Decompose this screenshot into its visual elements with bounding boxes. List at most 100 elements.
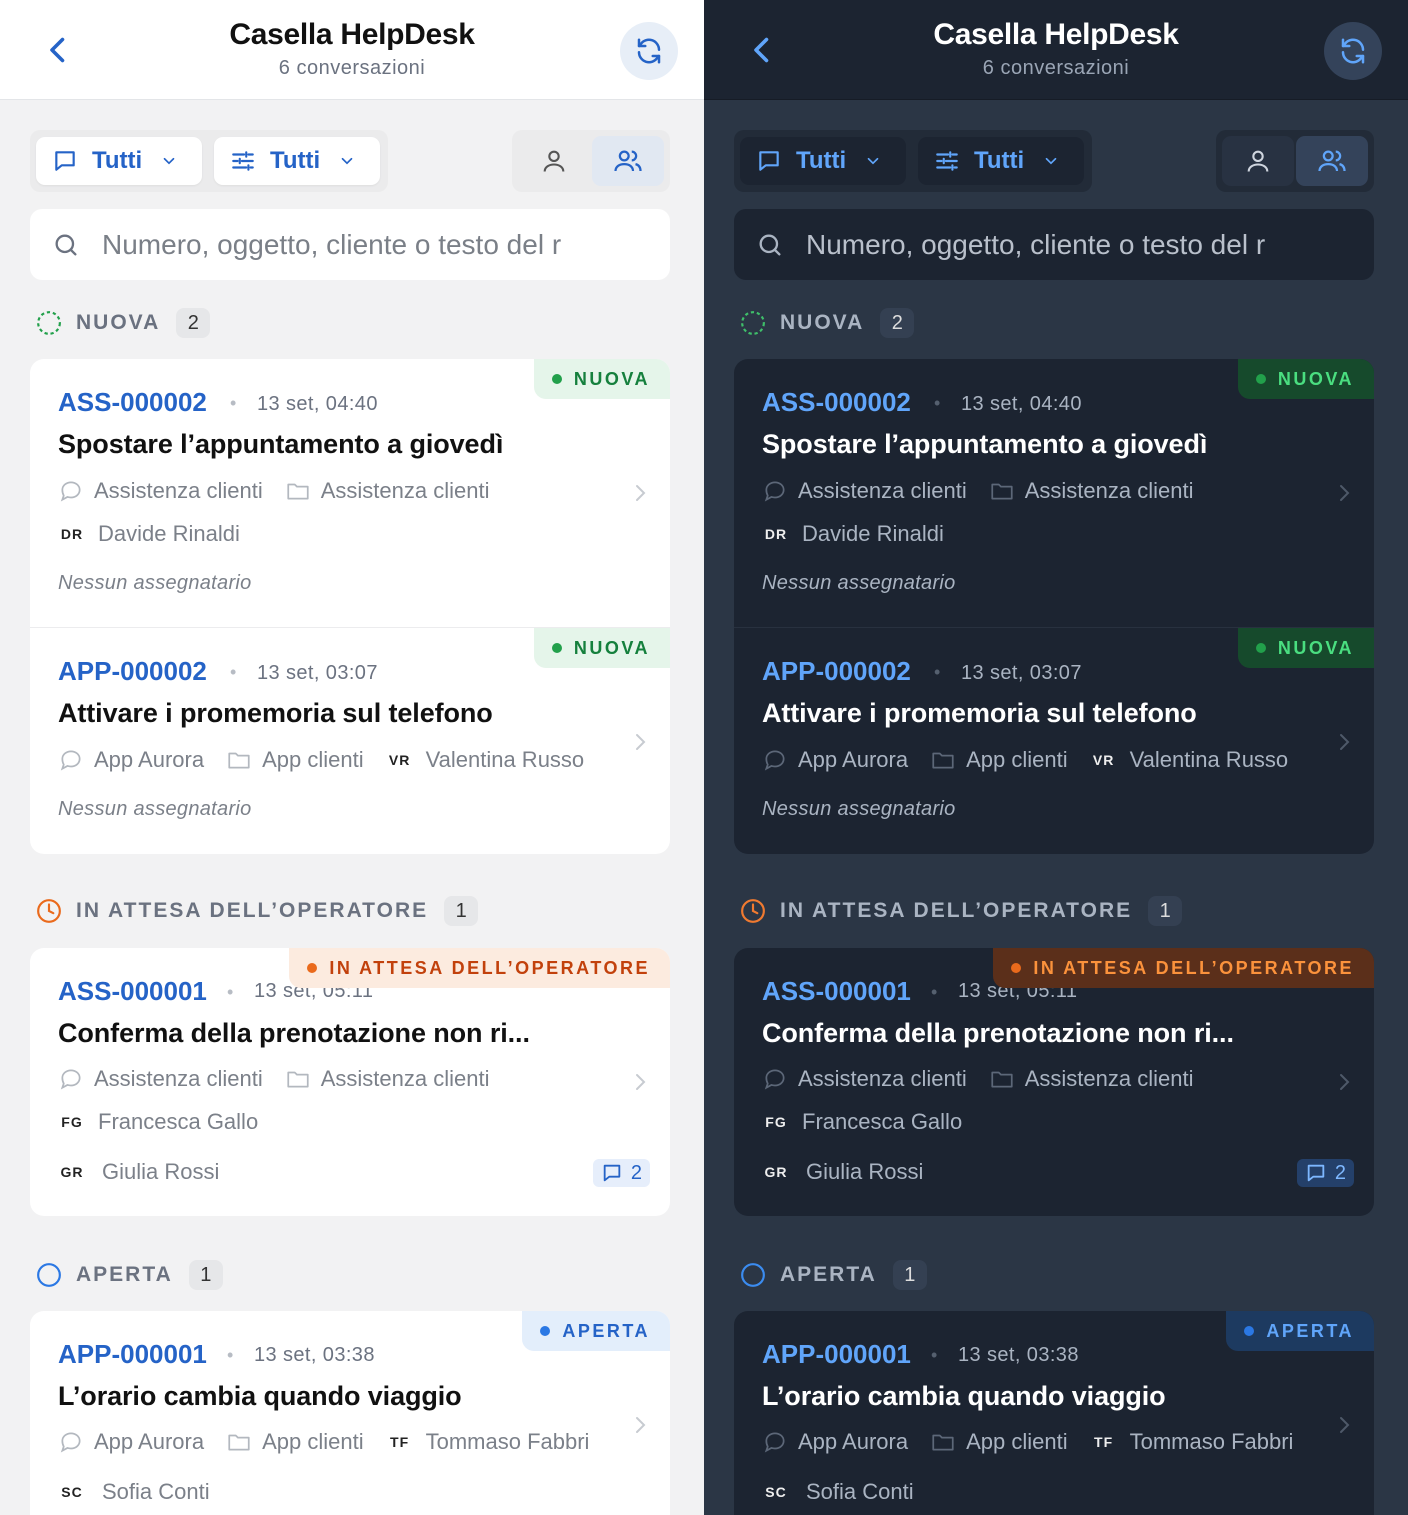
ticket-number: APP-000001 (58, 1339, 207, 1369)
ticket-assignee: SC Sofia Conti (58, 1477, 209, 1507)
status-badge: IN ATTESA DELL’OPERATORE (289, 948, 670, 988)
sliders-icon (936, 151, 958, 171)
folder-icon (228, 752, 250, 769)
avatar: TF (390, 1434, 410, 1450)
ticket-subject: Attivare i promemoria sul telefono (58, 698, 493, 728)
avatar: GR (60, 1164, 84, 1180)
status-badge: NUOVA (1237, 359, 1374, 399)
my-tickets-button[interactable] (518, 136, 590, 186)
my-tickets-button[interactable] (1222, 136, 1294, 186)
sliders-icon (232, 151, 254, 171)
all-tickets-button[interactable] (592, 136, 664, 186)
avatar: SC (61, 1484, 83, 1500)
ticket-number: ASS-000001 (762, 976, 911, 1006)
channel-filter-button[interactable]: Tutti (740, 137, 906, 185)
ticket-row[interactable]: APERTA APP-000001 • 13 set, 03:38 L’orar… (734, 1311, 1374, 1515)
clock-icon (741, 899, 765, 923)
category-filter-button[interactable]: Tutti (918, 137, 1084, 185)
search-input[interactable] (102, 228, 642, 261)
chevron-right-icon (636, 485, 646, 501)
ticket-assignee: Nessun assegnatario (58, 798, 252, 820)
assignee-name: Giulia Rossi (806, 1159, 924, 1184)
status-badge: IN ATTESA DELL’OPERATORE (993, 948, 1374, 988)
avatar: VR (1092, 752, 1115, 768)
chat-bubble-icon (764, 481, 785, 502)
status-open-icon (37, 1263, 61, 1287)
section-header-aperta: APERTA 1 (36, 1255, 223, 1295)
refresh-button[interactable] (620, 22, 678, 80)
chevron-down-icon (163, 157, 175, 165)
status-badge: NUOVA (1237, 628, 1374, 668)
chat-bubble-icon (60, 750, 81, 771)
filter-toolbar: Tutti Tutti (30, 130, 670, 192)
chevron-right-icon (1340, 1417, 1350, 1433)
ticket-queue: App clienti (262, 747, 364, 772)
ticket-row[interactable]: NUOVA APP-000002 • 13 set, 03:07 Attivar… (734, 627, 1374, 854)
channel-filter-label: Tutti (92, 147, 143, 174)
all-tickets-button[interactable] (1296, 136, 1368, 186)
ticket-subject: Attivare i promemoria sul telefono (762, 698, 1197, 728)
category-filter-label: Tutti (270, 147, 321, 174)
chat-bubble-icon (60, 1432, 81, 1453)
ticket-row[interactable]: NUOVA ASS-000002 • 13 set, 04:40 Spostar… (30, 359, 670, 627)
ticket-row[interactable]: NUOVA ASS-000002 • 13 set, 04:40 Spostar… (734, 359, 1374, 627)
ticket-card-group: ASS-000001 • 13 set, 05:11 IN ATTESA DEL… (734, 948, 1374, 1216)
customer-name: Tommaso Fabbri (425, 1429, 590, 1454)
category-filter-button[interactable]: Tutti (214, 137, 380, 185)
view-toggle (512, 130, 670, 192)
user-icon (543, 150, 565, 172)
section-title: APERTA (76, 1263, 173, 1286)
clock-icon (37, 899, 61, 923)
refresh-button[interactable] (1324, 22, 1382, 80)
ticket-subject: L’orario cambia quando viaggio (58, 1381, 462, 1411)
ticket-number: APP-000001 (762, 1339, 911, 1369)
section-count: 1 (188, 1260, 223, 1290)
page-title: Casella HelpDesk (229, 18, 475, 51)
avatar: SC (765, 1484, 787, 1500)
ticket-queue: Assistenza clienti (320, 478, 490, 503)
ticket-meta: Assistenza clienti Assistenza clienti (762, 1064, 1194, 1094)
section-title: NUOVA (76, 311, 161, 334)
folder-icon (932, 1434, 954, 1451)
filter-group: Tutti Tutti (734, 130, 1092, 192)
chevron-down-icon (867, 157, 879, 165)
chat-bubble-icon (764, 1069, 785, 1090)
refresh-icon (637, 38, 661, 64)
ticket-row[interactable]: NUOVA APP-000002 • 13 set, 03:07 Attivar… (30, 627, 670, 854)
ticket-row[interactable]: ASS-000001 • 13 set, 05:11 IN ATTESA DEL… (30, 948, 670, 1216)
ticket-date: 13 set, 03:38 (958, 1344, 1079, 1366)
conversation-count: 6 conversazioni (982, 57, 1130, 79)
dark-theme-panel: Casella HelpDesk 6 conversazioni Tutti T… (704, 0, 1408, 1515)
chevron-down-icon (341, 157, 353, 165)
view-toggle (1216, 130, 1374, 192)
ticket-meta: Assistenza clienti Assistenza clienti (58, 1064, 490, 1094)
ticket-assignee: Nessun assegnatario (762, 798, 956, 820)
status-badge: NUOVA (533, 359, 670, 399)
ticket-row[interactable]: ASS-000001 • 13 set, 05:11 IN ATTESA DEL… (734, 948, 1374, 1216)
channel-filter-button[interactable]: Tutti (36, 137, 202, 185)
ticket-queue: Assistenza clienti (320, 1066, 490, 1091)
avatar: DR (60, 526, 84, 542)
ticket-date: 13 set, 03:07 (961, 662, 1082, 684)
folder-icon (991, 483, 1013, 500)
ticket-queue: Assistenza clienti (1024, 1066, 1194, 1091)
folder-icon (932, 752, 954, 769)
ticket-customer: DR Davide Rinaldi (762, 519, 944, 549)
customer-name: Valentina Russo (1129, 747, 1289, 772)
section-header-attesa: IN ATTESA DELL’OPERATORE 1 (740, 891, 1183, 931)
ticket-meta: App Aurora App clienti TF Tommaso Fabbri (58, 1427, 589, 1457)
chevron-right-icon (636, 1074, 646, 1090)
users-icon (614, 150, 642, 172)
customer-name: Davide Rinaldi (802, 521, 944, 546)
ticket-card-group: NUOVA ASS-000002 • 13 set, 04:40 Spostar… (734, 359, 1374, 854)
search-input[interactable] (806, 228, 1346, 261)
ticket-row[interactable]: APERTA APP-000001 • 13 set, 03:38 L’orar… (30, 1311, 670, 1515)
light-theme-panel: Casella HelpDesk 6 conversazioni Tutti T… (0, 0, 704, 1515)
folder-icon (991, 1071, 1013, 1088)
ticket-assignee: GR Giulia Rossi (58, 1157, 220, 1187)
filter-toolbar: Tutti Tutti (734, 130, 1374, 192)
customer-name: Valentina Russo (425, 747, 585, 772)
ticket-channel: Assistenza clienti (94, 1066, 263, 1091)
search-icon (759, 234, 781, 255)
ticket-number: ASS-000002 (58, 387, 207, 417)
